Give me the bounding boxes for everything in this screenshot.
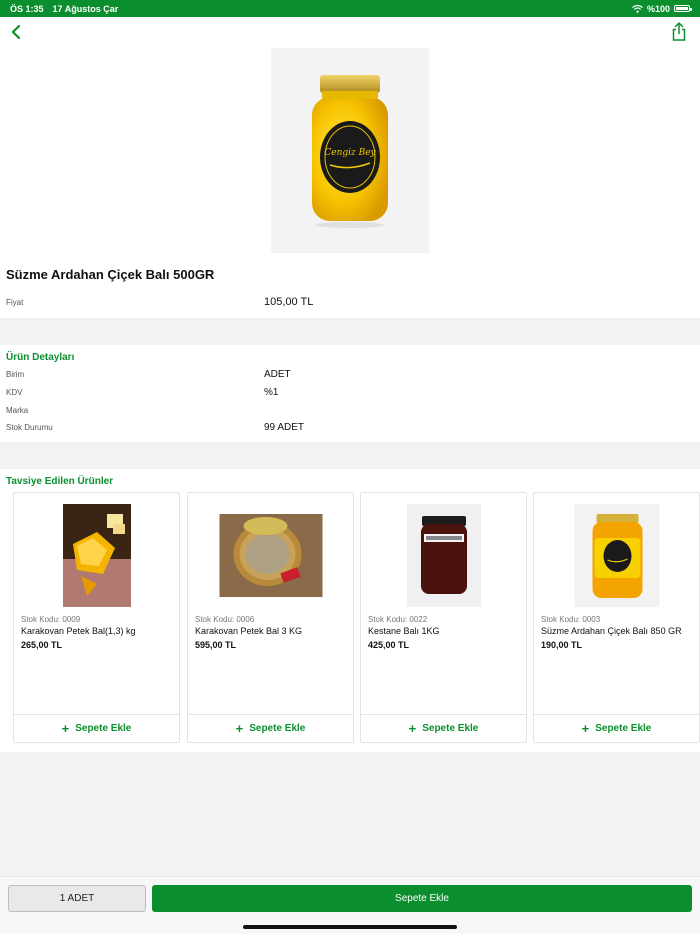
product-price: 425,00 TL xyxy=(368,640,410,650)
product-price: 190,00 TL xyxy=(541,640,583,650)
battery-percent: %100 xyxy=(646,3,670,14)
add-to-cart-label: Sepete Ekle xyxy=(595,723,652,734)
price-label: Fiyat xyxy=(6,298,24,307)
product-name: Karakovan Petek Bal 3 KG xyxy=(195,626,303,636)
share-button[interactable] xyxy=(670,22,688,42)
detail-label-brand: Marka xyxy=(6,406,29,415)
chevron-left-icon xyxy=(11,24,21,40)
product-sku: Stok Kodu: 0006 xyxy=(195,615,255,624)
product-thumbnail xyxy=(406,504,481,607)
detail-value-stock: 99 ADET xyxy=(264,422,305,433)
add-to-cart-main-button[interactable]: Sepete Ekle xyxy=(152,885,692,912)
detail-label-unit: Birim xyxy=(6,370,25,379)
product-sku: Stok Kodu: 0009 xyxy=(21,615,81,624)
status-bar: ÖS 1:35 17 Ağustos Çar %100 xyxy=(0,0,700,17)
recommended-carousel[interactable]: Stok Kodu: 0009 Karakovan Petek Bal(1,3)… xyxy=(13,492,700,743)
add-to-cart-button[interactable]: + Sepete Ekle xyxy=(534,714,699,742)
detail-value-vat: %1 xyxy=(264,387,279,398)
wifi-icon xyxy=(632,4,643,13)
product-price: 595,00 TL xyxy=(195,640,237,650)
product-card[interactable]: Stok Kodu: 0022 Kestane Balı 1KG 425,00 … xyxy=(360,492,527,743)
jar-brand-text: Cengiz Bey xyxy=(324,148,376,158)
product-price: 265,00 TL xyxy=(21,640,63,650)
status-time: ÖS 1:35 xyxy=(10,3,44,14)
section-divider xyxy=(0,318,700,345)
product-image: Cengiz Bey xyxy=(271,48,429,253)
product-thumbnail xyxy=(62,504,131,607)
bottom-action-bar: 1 ADET Sepete Ekle xyxy=(0,876,700,934)
quantity-button[interactable]: 1 ADET xyxy=(8,885,146,912)
details-title: Ürün Detayları xyxy=(6,352,75,363)
add-to-cart-label: Sepete Ekle xyxy=(75,723,132,734)
status-date: 17 Ağustos Çar xyxy=(52,3,119,14)
add-to-cart-label: Sepete Ekle xyxy=(422,723,479,734)
back-button[interactable] xyxy=(6,21,26,43)
honey-jar-image: Cengiz Bey xyxy=(312,74,388,228)
detail-value-unit: ADET xyxy=(264,369,291,380)
product-title: Süzme Ardahan Çiçek Balı 500GR xyxy=(6,267,215,282)
product-sku: Stok Kodu: 0022 xyxy=(368,615,428,624)
add-to-cart-button[interactable]: + Sepete Ekle xyxy=(361,714,526,742)
product-name: Süzme Ardahan Çiçek Balı 850 GR xyxy=(541,626,682,636)
product-card[interactable]: Stok Kodu: 0003 Süzme Ardahan Çiçek Balı… xyxy=(533,492,700,743)
plus-icon: + xyxy=(408,721,417,736)
product-thumbnail xyxy=(219,514,322,597)
battery-icon xyxy=(674,5,692,12)
recommended-title: Tavsiye Edilen Ürünler xyxy=(6,476,114,487)
home-indicator xyxy=(243,925,457,929)
product-name: Karakovan Petek Bal(1,3) kg xyxy=(21,626,136,636)
navigation-bar xyxy=(0,17,700,47)
share-icon xyxy=(672,22,686,41)
empty-area xyxy=(0,752,700,876)
plus-icon: + xyxy=(61,721,70,736)
product-thumbnail xyxy=(574,504,659,607)
product-card[interactable]: Stok Kodu: 0009 Karakovan Petek Bal(1,3)… xyxy=(13,492,180,743)
product-name: Kestane Balı 1KG xyxy=(368,626,440,636)
plus-icon: + xyxy=(235,721,244,736)
section-divider xyxy=(0,442,700,469)
add-to-cart-button[interactable]: + Sepete Ekle xyxy=(14,714,179,742)
plus-icon: + xyxy=(581,721,590,736)
price-value: 105,00 TL xyxy=(264,296,314,308)
product-sku: Stok Kodu: 0003 xyxy=(541,615,601,624)
detail-label-stock: Stok Durumu xyxy=(6,423,53,432)
add-to-cart-label: Sepete Ekle xyxy=(249,723,306,734)
price-row: Fiyat 105,00 TL xyxy=(0,292,700,314)
product-card[interactable]: Stok Kodu: 0006 Karakovan Petek Bal 3 KG… xyxy=(187,492,354,743)
detail-label-vat: KDV xyxy=(6,388,23,397)
add-to-cart-button[interactable]: + Sepete Ekle xyxy=(188,714,353,742)
